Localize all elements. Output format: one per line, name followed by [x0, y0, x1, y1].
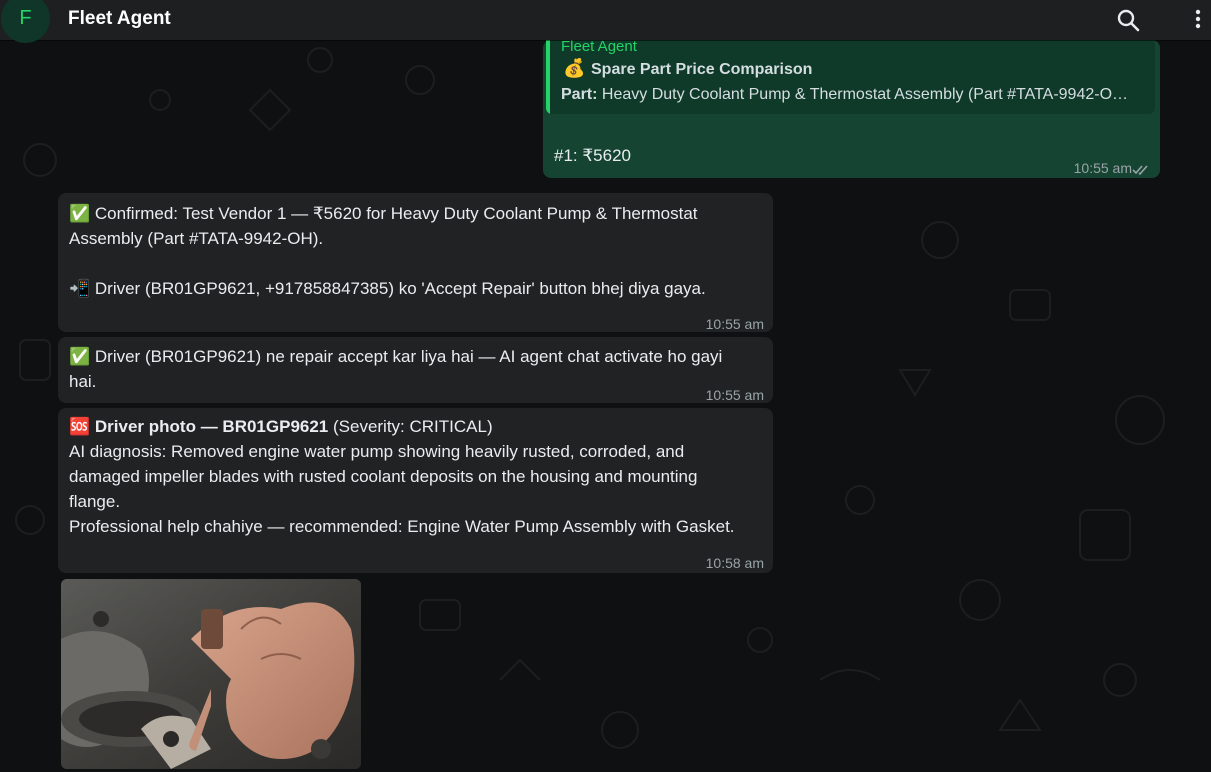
message-time: 10:55 am — [705, 316, 764, 332]
incoming-message[interactable]: ✅ Driver (BR01GP9621) ne repair accept k… — [58, 337, 773, 403]
driver-photo[interactable] — [61, 579, 361, 769]
message-line: hai. — [69, 372, 97, 391]
quote-title: Spare Part Price Comparison — [591, 61, 813, 78]
sos-icon: 🆘 — [69, 417, 91, 436]
message-line: AI diagnosis: Removed engine water pump … — [69, 442, 685, 461]
message-line: Professional help chahiye — recommended:… — [69, 517, 735, 536]
avatar[interactable]: F — [1, 0, 50, 43]
message-time: 10:55 am — [1073, 160, 1132, 176]
quoted-message[interactable]: Fleet Agent 💰 Spare Part Price Compariso… — [546, 40, 1155, 114]
message-bold-title: Driver photo — BR01GP9621 — [94, 417, 329, 436]
message-time: 10:55 am — [705, 387, 764, 403]
message-heading: 🆘 Driver photo — BR01GP9621 (Severity: C… — [69, 414, 493, 439]
message-line: damaged impeller blades with rusted cool… — [69, 467, 698, 486]
message-line: Assembly (Part #TATA-9942-OH). — [69, 229, 324, 248]
message-line: flange. — [69, 492, 121, 511]
chat-header: F Fleet Agent — [0, 0, 1211, 43]
quote-accent-bar — [546, 40, 550, 114]
quote-part-label: Part: — [561, 86, 598, 103]
chat-pane[interactable]: Fleet Agent 💰 Spare Part Price Compariso… — [0, 40, 1211, 772]
message-line: 📲 Driver (BR01GP9621, +917858847385) ko … — [69, 279, 706, 298]
search-icon[interactable] — [1114, 6, 1142, 34]
message-line: ✅ Driver (BR01GP9621) ne repair accept k… — [69, 347, 723, 366]
incoming-message[interactable]: ✅ Confirmed: Test Vendor 1 — ₹5620 for H… — [58, 193, 773, 332]
message-severity: (Severity: CRITICAL) — [328, 417, 493, 436]
incoming-message[interactable]: 🆘 Driver photo — BR01GP9621 (Severity: C… — [58, 408, 773, 573]
quote-part: Part: Heavy Duty Coolant Pump & Thermost… — [561, 82, 1141, 107]
message-time: 10:58 am — [705, 555, 764, 571]
more-vert-icon[interactable] — [1186, 6, 1210, 34]
message-line: ✅ Confirmed: Test Vendor 1 — ₹5620 for H… — [69, 204, 698, 223]
chat-title[interactable]: Fleet Agent — [68, 8, 171, 30]
message-text: #1: ₹5620 — [554, 146, 631, 165]
quote-part-value: Heavy Duty Coolant Pump & Thermostat Ass… — [597, 86, 1129, 103]
double-check-icon — [1132, 158, 1150, 183]
money-bag-icon: 💰 — [563, 58, 586, 78]
outgoing-message[interactable]: Fleet Agent 💰 Spare Part Price Compariso… — [543, 40, 1160, 178]
